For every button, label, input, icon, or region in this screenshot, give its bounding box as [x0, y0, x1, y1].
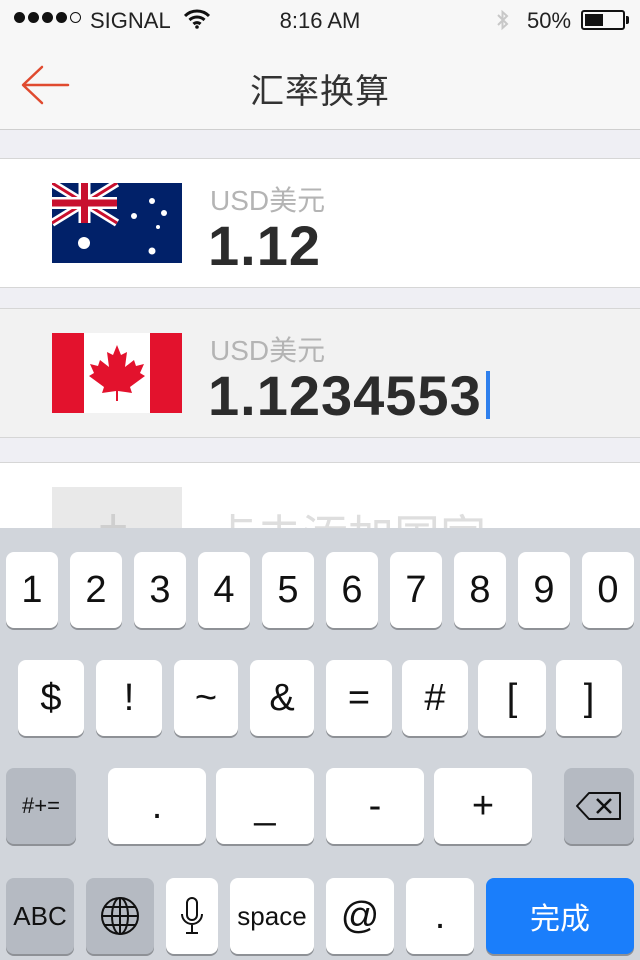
key-5[interactable]: 5 — [262, 552, 314, 628]
key-hyphen[interactable]: - — [326, 768, 424, 844]
key-3[interactable]: 3 — [134, 552, 186, 628]
status-bar: SIGNAL 8:16 AM 50% — [0, 0, 640, 40]
symbols-toggle-key[interactable]: #+= — [6, 768, 76, 844]
key-8[interactable]: 8 — [454, 552, 506, 628]
done-key[interactable]: 完成 — [486, 878, 634, 954]
key-4[interactable]: 4 — [198, 552, 250, 628]
battery-tip — [626, 16, 629, 24]
key-plus[interactable]: + — [434, 768, 532, 844]
battery-icon — [581, 10, 625, 30]
key-right-bracket[interactable]: ] — [556, 660, 622, 736]
navigation-bar: 汇率换算 — [0, 40, 640, 130]
key-underscore[interactable]: _ — [216, 768, 314, 844]
currency-value: 1.12 — [208, 214, 321, 277]
key-6[interactable]: 6 — [326, 552, 378, 628]
delete-key[interactable] — [564, 768, 634, 844]
space-key[interactable]: space — [230, 878, 314, 954]
key-2[interactable]: 2 — [70, 552, 122, 628]
key-hash[interactable]: # — [402, 660, 468, 736]
microphone-icon — [181, 897, 203, 934]
key-7[interactable]: 7 — [390, 552, 442, 628]
key-at[interactable]: @ — [326, 878, 394, 954]
key-dollar[interactable]: $ — [18, 660, 84, 736]
page-title: 汇率换算 — [250, 73, 390, 111]
key-tilde[interactable]: ~ — [174, 660, 238, 736]
currency-row[interactable]: USD美元 1.12 — [0, 158, 640, 288]
currency-input[interactable]: 1.1234553 — [208, 363, 490, 428]
key-exclamation[interactable]: ! — [96, 660, 162, 736]
dictation-key[interactable] — [166, 878, 218, 954]
text-cursor — [485, 371, 490, 419]
key-dot[interactable]: . — [406, 878, 474, 954]
globe-icon — [101, 897, 139, 935]
key-0[interactable]: 0 — [582, 552, 634, 628]
key-period[interactable]: . — [108, 768, 206, 844]
key-ampersand[interactable]: & — [250, 660, 314, 736]
key-9[interactable]: 9 — [518, 552, 570, 628]
battery-percentage: 50% — [527, 8, 572, 33]
canada-flag-icon — [52, 333, 182, 413]
keyboard: 1 2 3 4 5 6 7 8 9 0 $ ! ~ & = # [ ] #+= … — [0, 528, 640, 960]
currency-value: 1.1234553 — [208, 364, 482, 427]
globe-key[interactable] — [86, 878, 154, 954]
bluetooth-icon — [497, 9, 509, 31]
australia-flag-icon — [52, 183, 182, 263]
key-left-bracket[interactable]: [ — [478, 660, 546, 736]
backspace-icon — [576, 792, 621, 820]
currency-row-active[interactable]: USD美元 1.1234553 — [0, 308, 640, 438]
abc-key[interactable]: ABC — [6, 878, 74, 954]
key-equals[interactable]: = — [326, 660, 392, 736]
key-1[interactable]: 1 — [6, 552, 58, 628]
battery-level — [585, 14, 603, 26]
